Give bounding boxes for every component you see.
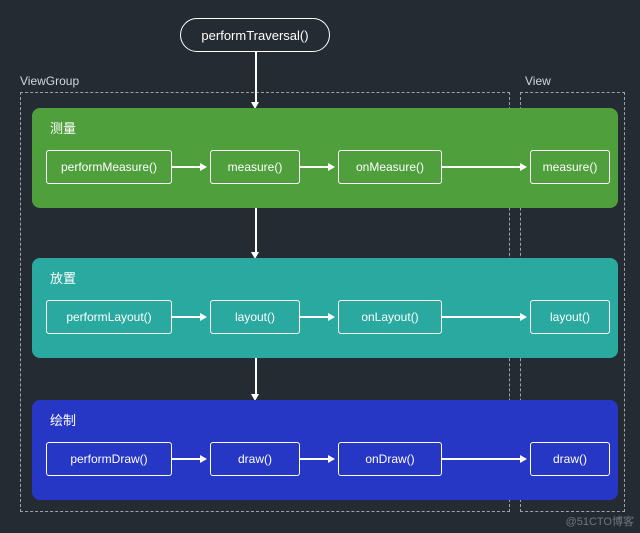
arrow-l2 xyxy=(300,316,330,318)
arrow-l1 xyxy=(172,316,202,318)
arrow-d3 xyxy=(442,458,522,460)
arrow-l1-h xyxy=(200,313,207,321)
arrow-d2 xyxy=(300,458,330,460)
node-perform-traversal: performTraversal() xyxy=(180,18,330,52)
arrow-m3 xyxy=(442,166,522,168)
arrow-d2-h xyxy=(328,455,335,463)
arrow-m1 xyxy=(172,166,202,168)
arrow-m2 xyxy=(300,166,330,168)
arrow-layout-to-draw xyxy=(255,358,257,396)
node-perform-measure: performMeasure() xyxy=(46,150,172,184)
arrow-d1 xyxy=(172,458,202,460)
arrow-d3-h xyxy=(520,455,527,463)
section-title-draw: 绘制 xyxy=(50,410,76,429)
node-perform-draw: performDraw() xyxy=(46,442,172,476)
node-perform-layout: performLayout() xyxy=(46,300,172,334)
arrow-l3-h xyxy=(520,313,527,321)
node-vg-measure: measure() xyxy=(210,150,300,184)
section-title-measure: 测量 xyxy=(50,118,76,137)
arrow-l2-h xyxy=(328,313,335,321)
arrow-m2-h xyxy=(328,163,335,171)
node-vg-layout: layout() xyxy=(210,300,300,334)
node-v-layout: layout() xyxy=(530,300,610,334)
section-title-layout: 放置 xyxy=(50,268,76,287)
arrow-l3 xyxy=(442,316,522,318)
node-on-layout: onLayout() xyxy=(338,300,442,334)
label-view: View xyxy=(525,74,551,88)
arrow-measure-to-layout xyxy=(255,208,257,254)
node-on-measure: onMeasure() xyxy=(338,150,442,184)
node-on-draw: onDraw() xyxy=(338,442,442,476)
node-v-draw: draw() xyxy=(530,442,610,476)
arrow-m1-h xyxy=(200,163,207,171)
arrow-top-down xyxy=(255,52,257,104)
watermark: @51CTO博客 xyxy=(566,513,634,529)
node-vg-draw: draw() xyxy=(210,442,300,476)
arrow-m3-h xyxy=(520,163,527,171)
arrow-d1-h xyxy=(200,455,207,463)
diagram-stage: performTraversal() ViewGroup View 测量 per… xyxy=(0,0,640,533)
node-v-measure: measure() xyxy=(530,150,610,184)
label-viewgroup: ViewGroup xyxy=(20,74,79,88)
